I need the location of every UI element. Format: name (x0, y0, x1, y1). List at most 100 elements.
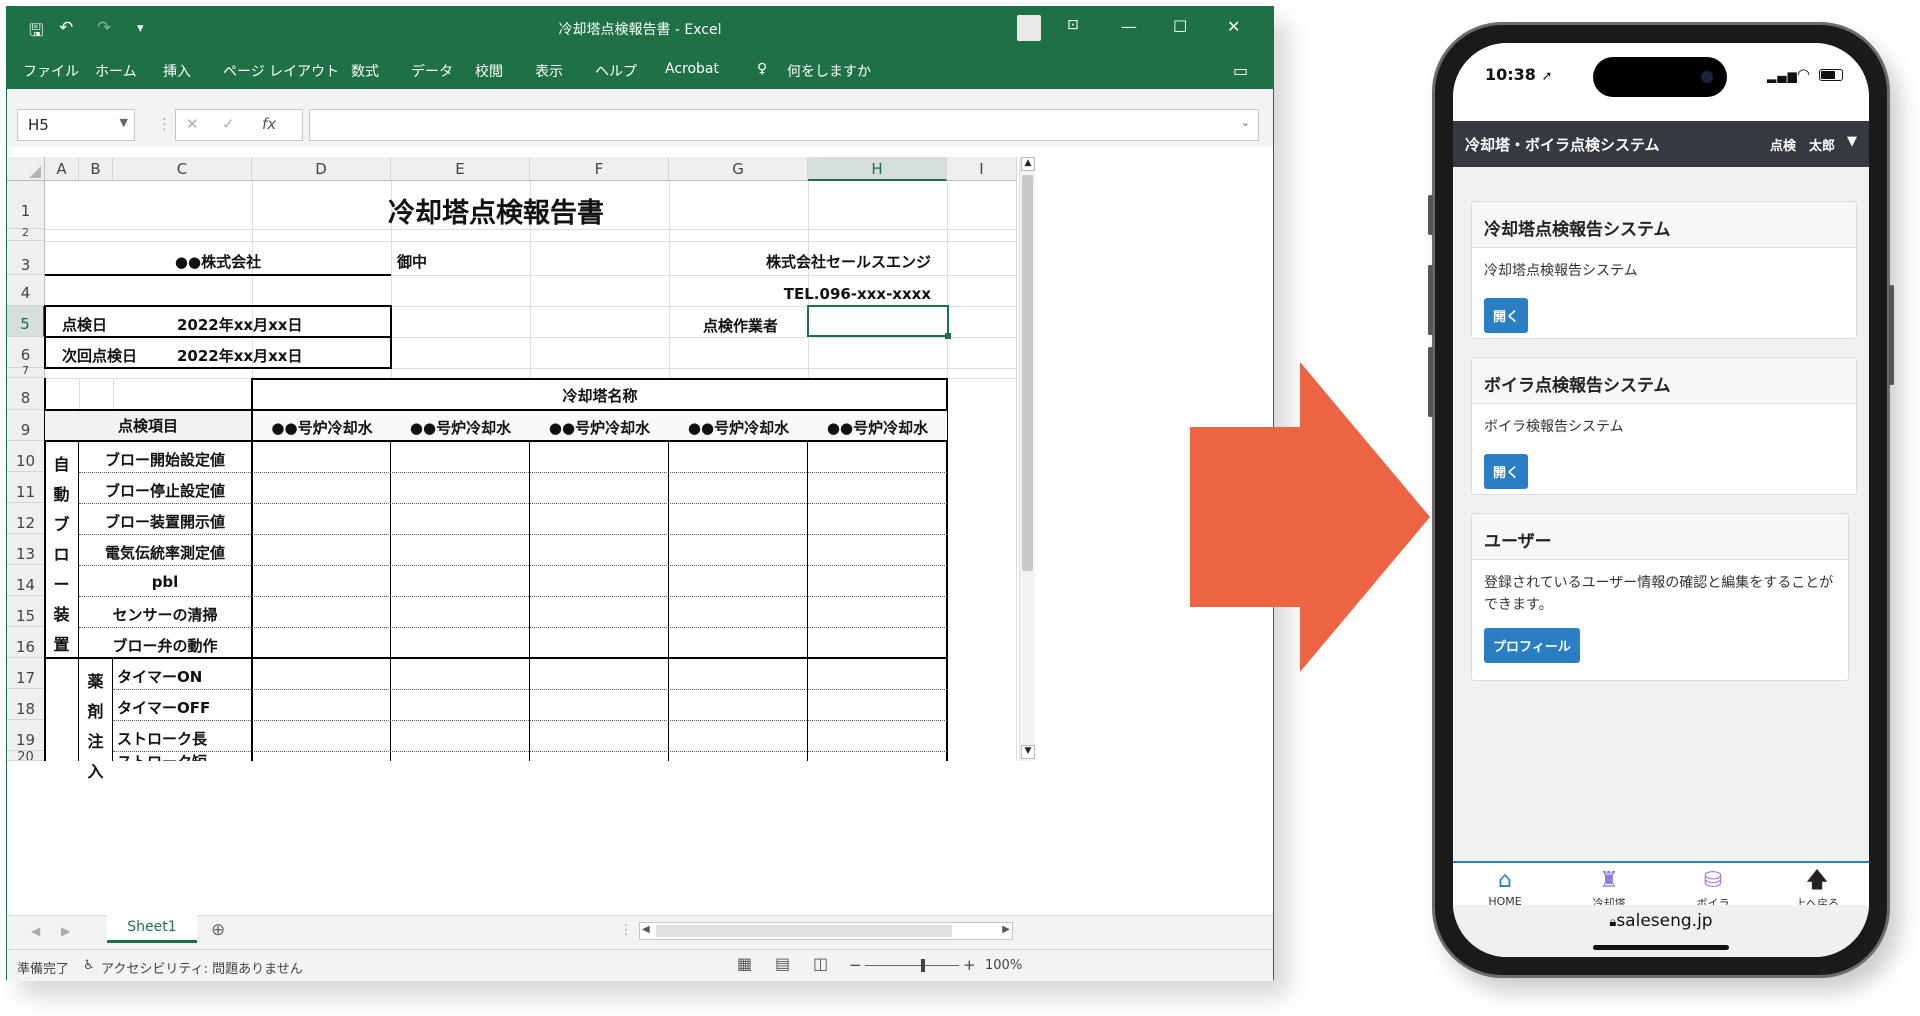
column-header-i[interactable]: I (947, 157, 1017, 181)
browser-url-bar[interactable]: 🔒︎saleseng.jp (1453, 905, 1869, 957)
row-header[interactable]: 13 (7, 534, 45, 565)
more-icon: ⋮ (157, 115, 172, 133)
zoom-out-icon[interactable]: − (849, 956, 862, 974)
next-date-value: 2022年xx月xx日 (177, 347, 303, 365)
selected-cell-h5[interactable] (807, 305, 951, 339)
row-header[interactable]: 15 (7, 596, 45, 627)
row-header[interactable]: 4 (7, 275, 45, 306)
row-header[interactable]: 3 (7, 241, 45, 275)
row-header[interactable]: 7 (7, 365, 45, 378)
row-header[interactable]: 10 (7, 441, 45, 472)
row-header[interactable]: 5 (7, 306, 45, 337)
column-header-f[interactable]: F (530, 157, 669, 181)
row-header[interactable]: 19 (7, 720, 45, 751)
sheet-tab-bar: ◀ ▶ Sheet1 ⊕ ⋮ ◀ ▶ (7, 915, 1273, 949)
row-header[interactable]: 1 (7, 181, 45, 229)
scroll-down-icon[interactable]: ▼ (1021, 745, 1035, 759)
caret-down-icon[interactable]: ▼ (1847, 134, 1857, 149)
next-sheet-icon[interactable]: ▶ (61, 924, 70, 938)
column-header-c[interactable]: C (113, 157, 252, 181)
accessibility-icon[interactable]: ♿ (83, 958, 95, 973)
check-item: ブロー弁の動作 (112, 637, 218, 655)
column-header-a[interactable]: A (45, 157, 79, 181)
formula-input[interactable]: ⌄ (309, 109, 1259, 141)
tell-me-search[interactable]: 何をしますか (787, 61, 871, 81)
worker-label: 点検作業者 (703, 317, 779, 335)
user-menu[interactable]: 点検 太郎 (1770, 135, 1835, 154)
company-tel: TEL.096-xxx-xxxx (783, 285, 931, 303)
row-header[interactable]: 9 (7, 410, 45, 441)
divider (44, 336, 392, 338)
column-header-d[interactable]: D (252, 157, 391, 181)
insert-function-icon[interactable]: fx (262, 115, 276, 133)
page-break-view-icon[interactable]: ◫ (813, 954, 828, 973)
scroll-right-icon[interactable]: ▶ (1002, 924, 1010, 935)
vertical-scrollbar[interactable]: ▲ ▼ (1019, 157, 1035, 761)
tab-home[interactable]: ホーム (95, 61, 137, 81)
tab-view[interactable]: 表示 (535, 61, 563, 81)
scroll-thumb[interactable] (656, 925, 952, 937)
scroll-up-icon[interactable]: ▲ (1021, 157, 1035, 171)
tab-acrobat[interactable]: Acrobat (665, 61, 719, 77)
profile-button[interactable]: プロフィール (1484, 628, 1580, 663)
column-header-h[interactable]: H (808, 157, 947, 181)
ribbon-display-icon[interactable]: ⊡ (1067, 17, 1079, 33)
column-header-g[interactable]: G (669, 157, 808, 181)
scroll-thumb[interactable] (1022, 175, 1033, 571)
tower-name-header: 冷却塔名称 (562, 387, 638, 405)
row-header[interactable]: 2 (7, 227, 45, 241)
zoom-slider[interactable] (865, 965, 959, 966)
chevron-down-icon[interactable]: ▼ (120, 116, 128, 129)
column-header-e[interactable]: E (391, 157, 530, 181)
tab-review[interactable]: 校閲 (475, 61, 503, 81)
column-header-b[interactable]: B (79, 157, 113, 181)
row-header[interactable]: 17 (7, 658, 45, 689)
tab-data[interactable]: データ (411, 61, 453, 81)
signal-icon: ▂▄▆ (1767, 69, 1798, 83)
add-sheet-icon[interactable]: ⊕ (211, 920, 225, 940)
row-header[interactable]: 8 (7, 378, 45, 410)
tab-formulas[interactable]: 数式 (351, 61, 379, 81)
maximize-icon[interactable]: ☐ (1173, 17, 1187, 36)
tab-page-layout[interactable]: ページ レイアウト (223, 61, 339, 81)
row-header[interactable]: 18 (7, 689, 45, 720)
zoom-slider-thumb[interactable] (921, 959, 926, 972)
tab-help[interactable]: ヘルプ (595, 61, 637, 81)
dynamic-island (1593, 57, 1727, 97)
open-button[interactable]: 開く (1484, 298, 1529, 333)
row-header[interactable]: 12 (7, 503, 45, 534)
zoom-in-icon[interactable]: + (963, 956, 976, 974)
worksheet-grid[interactable]: A B C D E F G H I 1 2 3 4 5 6 7 8 9 10 1… (7, 147, 1273, 915)
tab-home[interactable]: ⌂ HOME (1453, 867, 1557, 908)
comments-icon[interactable]: ▭ (1233, 61, 1248, 80)
name-box[interactable]: H5 ▼ (17, 109, 135, 141)
tab-insert[interactable]: 挿入 (163, 61, 191, 81)
horizontal-scrollbar[interactable]: ◀ ▶ (639, 922, 1013, 940)
open-button[interactable]: 開く (1484, 454, 1529, 489)
close-icon[interactable]: ✕ (1227, 17, 1240, 36)
expand-formula-icon[interactable]: ⌄ (1241, 116, 1250, 129)
normal-view-icon[interactable]: ▦ (737, 954, 752, 973)
accessibility-status[interactable]: アクセシビリティ: 問題ありません (101, 958, 303, 977)
cancel-icon[interactable]: ✕ (186, 115, 199, 133)
row-header[interactable]: 14 (7, 565, 45, 596)
app-title[interactable]: 冷却塔・ボイラ点検システム (1465, 134, 1660, 155)
window-title: 冷却塔点検報告書 - Excel (558, 22, 722, 38)
row-header[interactable]: 16 (7, 627, 45, 658)
page-layout-view-icon[interactable]: ▤ (775, 954, 790, 973)
row-header[interactable]: 20 (7, 751, 45, 761)
scroll-left-icon[interactable]: ◀ (642, 924, 650, 935)
row-divider (79, 627, 947, 628)
account-avatar[interactable] (1017, 15, 1041, 41)
tab-file[interactable]: ファイル (23, 61, 79, 81)
battery-icon (1819, 69, 1843, 81)
select-all-button[interactable] (7, 157, 45, 181)
row-header[interactable]: 11 (7, 472, 45, 503)
zoom-level[interactable]: 100% (985, 958, 1022, 973)
url-text[interactable]: 🔒︎saleseng.jp (1453, 911, 1869, 931)
enter-icon[interactable]: ✓ (222, 115, 235, 133)
prev-sheet-icon[interactable]: ◀ (31, 924, 40, 938)
honorific: 御中 (397, 253, 428, 271)
sheet-tab-sheet1[interactable]: Sheet1 (107, 915, 197, 943)
minimize-icon[interactable]: — (1121, 17, 1137, 36)
